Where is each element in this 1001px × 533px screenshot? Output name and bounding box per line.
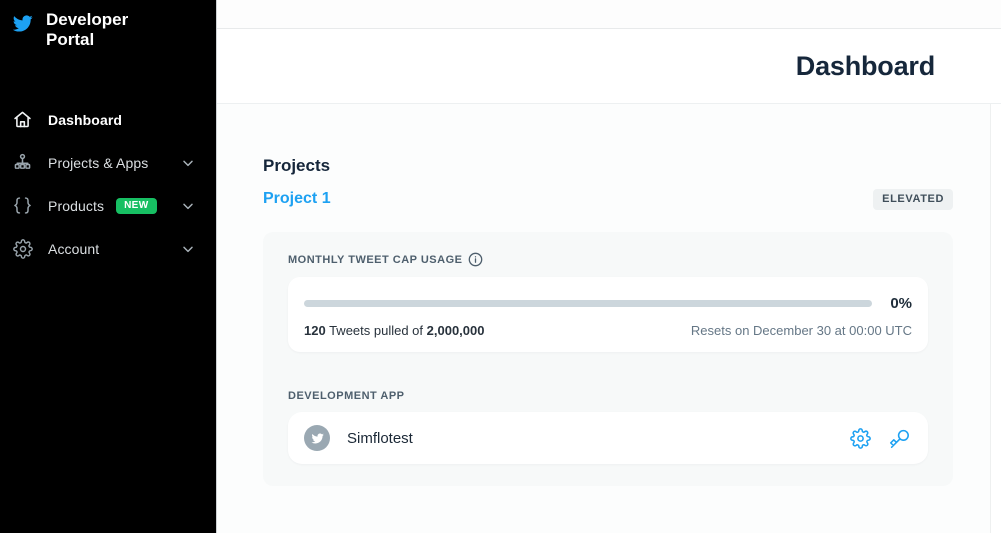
app-actions — [850, 428, 910, 449]
sidebar-item-label: Projects & Apps — [48, 155, 148, 171]
sidebar-nav: Dashboard Projects & Apps Products NEW — [0, 98, 216, 270]
tweet-cap-label: MONTHLY TWEET CAP USAGE — [288, 254, 462, 266]
page-title: Dashboard — [796, 51, 935, 82]
home-icon — [12, 109, 33, 130]
page: Developer Portal Dashboard Projects & Ap… — [0, 0, 1001, 533]
page-header: Dashboard — [217, 29, 1001, 104]
chevron-down-icon — [180, 155, 196, 171]
twitter-bird-icon — [311, 432, 324, 445]
sidebar-item-label: Products — [48, 198, 104, 214]
usage-progress-track — [304, 300, 872, 307]
tweets-pulled-middle: Tweets pulled of — [326, 323, 427, 338]
projects-section-title: Projects — [263, 156, 953, 176]
dev-app-label-row: DEVELOPMENT APP — [288, 390, 928, 402]
chevron-down-icon — [180, 241, 196, 257]
main-area: Dashboard Projects Project 1 ELEVATED MO… — [217, 0, 1001, 533]
sidebar-item-projects-apps[interactable]: Projects & Apps — [0, 141, 216, 184]
gear-icon — [12, 238, 33, 259]
sidebar-item-dashboard[interactable]: Dashboard — [0, 98, 216, 141]
tweet-cap-label-row: MONTHLY TWEET CAP USAGE — [288, 252, 928, 267]
twitter-logo-icon — [12, 13, 33, 34]
key-icon — [889, 428, 910, 449]
brand[interactable]: Developer Portal — [0, 0, 216, 60]
usage-progress-row: 0% — [304, 295, 912, 312]
tweets-cap-value: 2,000,000 — [427, 323, 485, 338]
tweet-cap-usage-card: 0% 120 Tweets pulled of 2,000,000 Resets… — [288, 277, 928, 352]
usage-percent: 0% — [886, 295, 912, 312]
reset-date-text: Resets on December 30 at 00:00 UTC — [691, 323, 912, 338]
sidebar: Developer Portal Dashboard Projects & Ap… — [0, 0, 217, 533]
new-badge: NEW — [116, 198, 157, 214]
content: Projects Project 1 ELEVATED MONTHLY TWEE… — [217, 104, 1001, 533]
app-keys-button[interactable] — [889, 428, 910, 449]
scrollbar-track[interactable] — [990, 104, 1001, 533]
sidebar-item-account[interactable]: Account — [0, 227, 216, 270]
brand-title: Developer Portal — [46, 10, 156, 50]
info-icon[interactable] — [468, 252, 483, 267]
dev-app-label: DEVELOPMENT APP — [288, 390, 405, 402]
project-card: MONTHLY TWEET CAP USAGE 0% 120 Tweets pu… — [263, 232, 953, 486]
tweets-pulled-text: 120 Tweets pulled of 2,000,000 — [304, 323, 484, 338]
top-strip — [217, 0, 1001, 29]
app-name: Simflotest — [347, 430, 413, 447]
usage-meta-row: 120 Tweets pulled of 2,000,000 Resets on… — [304, 323, 912, 338]
app-avatar — [304, 425, 330, 451]
sidebar-item-label: Dashboard — [48, 112, 122, 128]
curly-braces-icon — [12, 195, 33, 216]
sitemap-icon — [12, 152, 33, 173]
sidebar-item-label: Account — [48, 241, 99, 257]
project-row: Project 1 ELEVATED — [263, 188, 953, 210]
chevron-down-icon — [180, 198, 196, 214]
project-link[interactable]: Project 1 — [263, 190, 331, 208]
app-card: Simflotest — [288, 412, 928, 464]
tier-badge: ELEVATED — [873, 189, 953, 210]
gear-icon — [850, 428, 871, 449]
app-settings-button[interactable] — [850, 428, 871, 449]
sidebar-item-products[interactable]: Products NEW — [0, 184, 216, 227]
tweets-pulled-count: 120 — [304, 323, 326, 338]
